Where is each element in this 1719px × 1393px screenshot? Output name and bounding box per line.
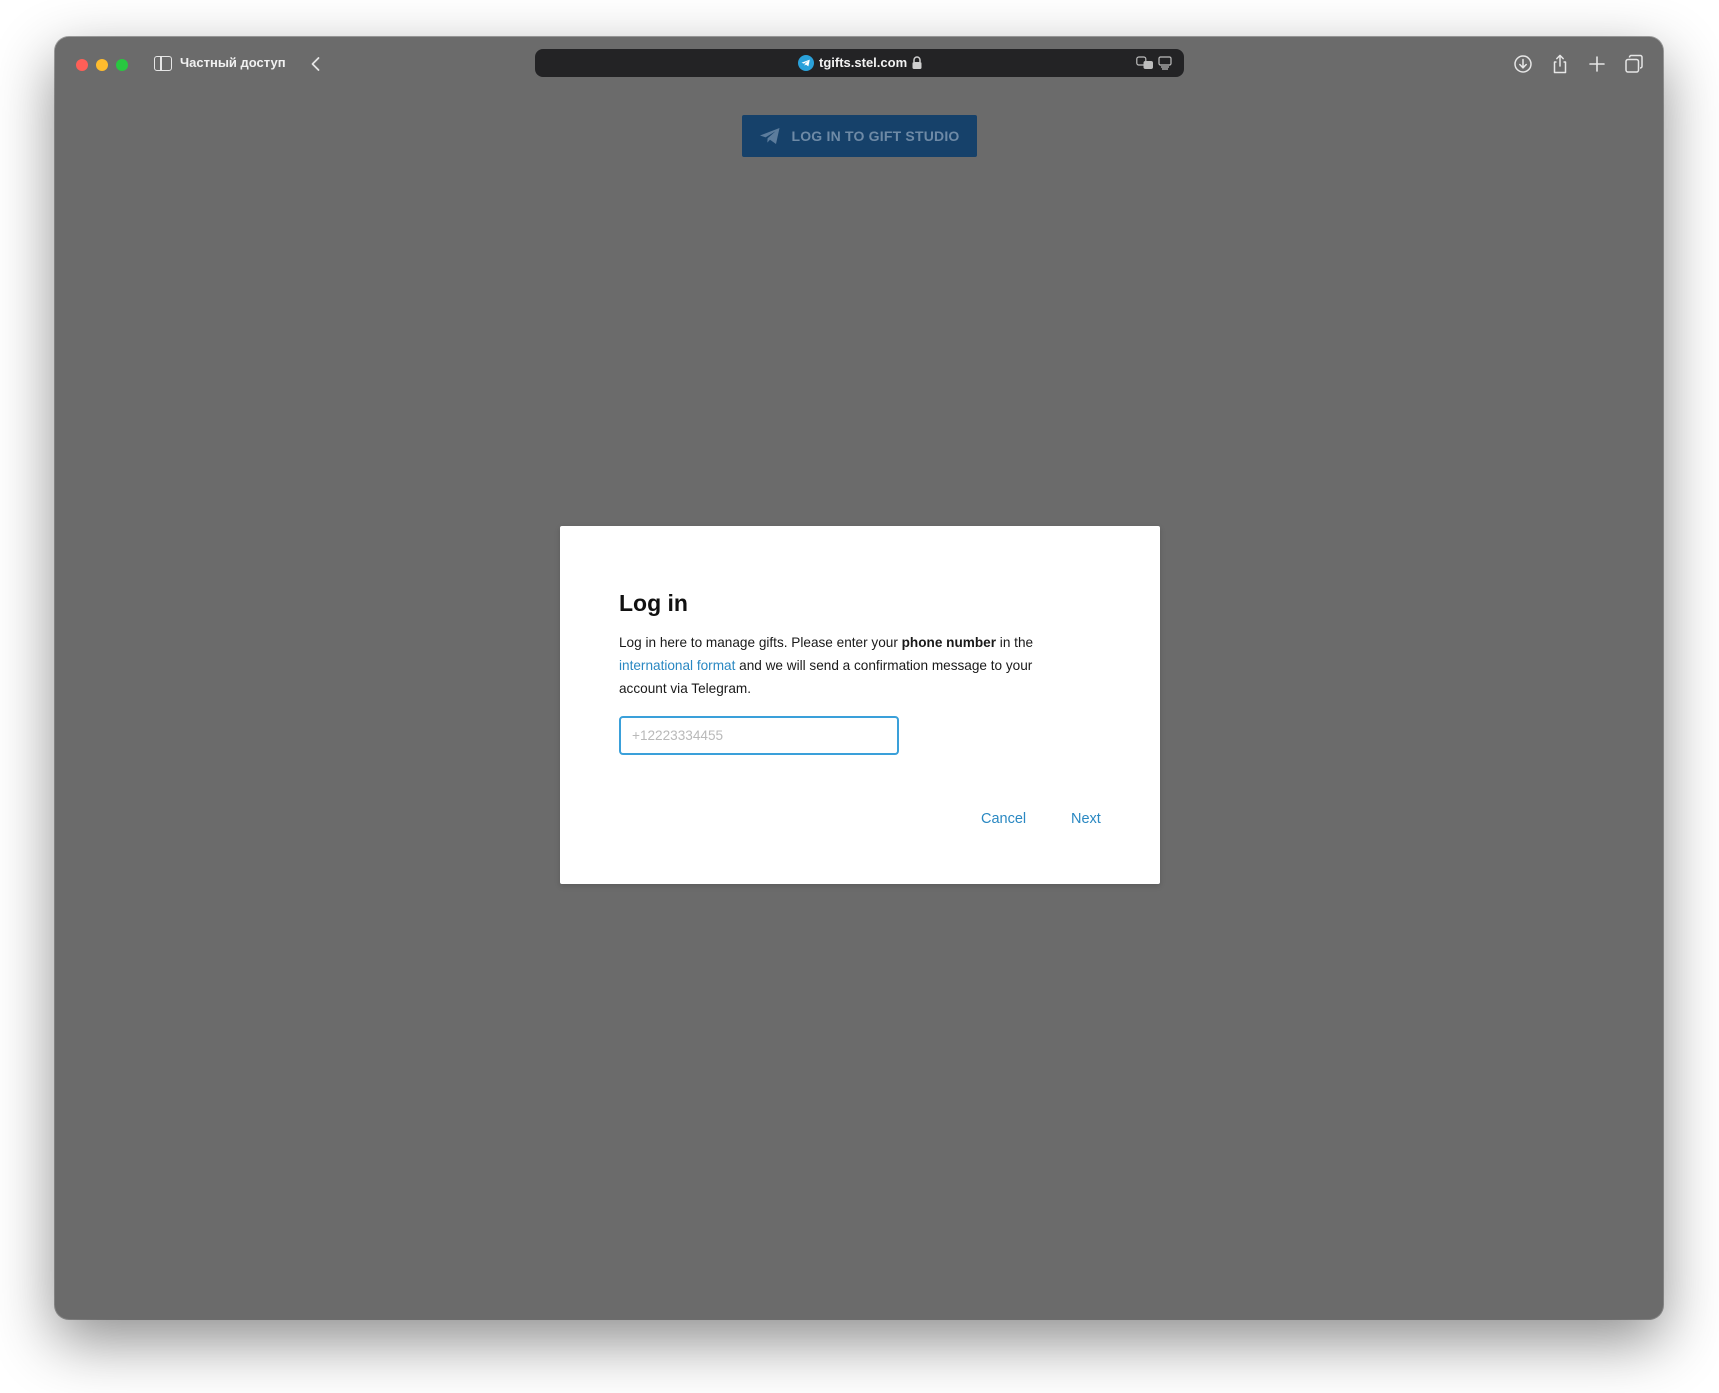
minimize-window-button[interactable] <box>96 59 108 71</box>
phone-number-emphasis: phone number <box>902 635 996 650</box>
telegram-plane-icon <box>759 127 781 145</box>
browser-toolbar: Частный доступ tgifts.stel.com <box>55 37 1663 91</box>
url-text: tgifts.stel.com <box>819 55 907 70</box>
download-icon[interactable] <box>1512 53 1534 75</box>
description-text: in the <box>996 635 1033 650</box>
international-format-link[interactable]: international format <box>619 658 735 673</box>
maximize-window-button[interactable] <box>116 59 128 71</box>
dialog-title: Log in <box>619 590 688 617</box>
dialog-description: Log in here to manage gifts. Please ente… <box>619 631 1059 700</box>
plus-icon[interactable] <box>1586 53 1608 75</box>
cancel-button[interactable]: Cancel <box>981 811 1026 827</box>
private-browsing-label: Частный доступ <box>180 55 286 70</box>
log-in-to-gift-studio-button[interactable]: LOG IN TO GIFT STUDIO <box>742 115 977 157</box>
close-window-button[interactable] <box>76 59 88 71</box>
log-in-button-label: LOG IN TO GIFT STUDIO <box>791 128 959 144</box>
next-button[interactable]: Next <box>1071 811 1101 827</box>
lock-icon <box>911 56 923 70</box>
tabs-overview-icon[interactable] <box>1623 53 1645 75</box>
share-icon[interactable] <box>1549 53 1571 75</box>
translate-icon[interactable] <box>1136 56 1154 70</box>
reader-icon[interactable] <box>1158 56 1172 70</box>
address-bar[interactable]: tgifts.stel.com <box>535 49 1184 77</box>
chevron-left-icon[interactable] <box>307 55 325 73</box>
sidebar-icon[interactable] <box>154 56 172 71</box>
login-dialog: Log in Log in here to manage gifts. Plea… <box>560 526 1160 884</box>
description-text: Log in here to manage gifts. Please ente… <box>619 635 902 650</box>
phone-number-input[interactable] <box>619 716 899 755</box>
browser-window: Частный доступ tgifts.stel.com <box>55 37 1663 1319</box>
telegram-icon <box>798 55 814 71</box>
